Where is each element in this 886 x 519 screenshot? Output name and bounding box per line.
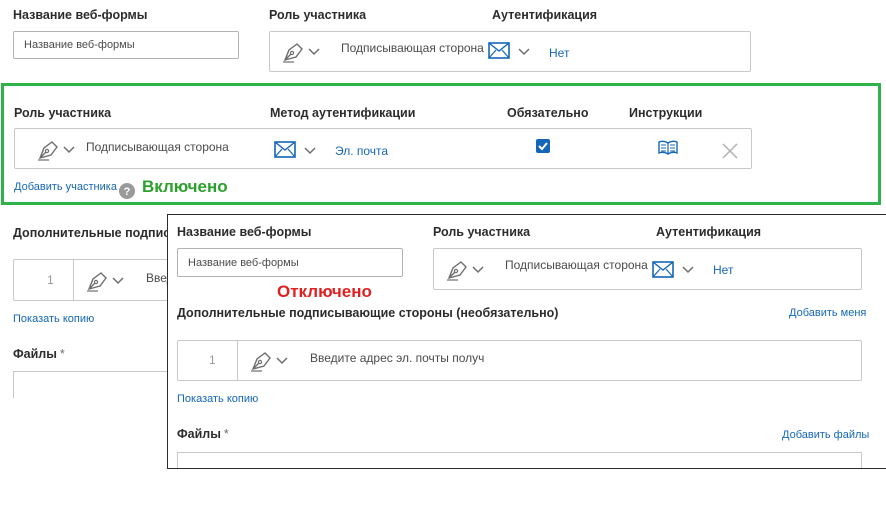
pen-nib-icon[interactable] <box>86 270 110 292</box>
auth-value-link[interactable]: Нет <box>713 263 733 277</box>
form-name-label: Название веб-формы <box>177 225 312 239</box>
help-icon[interactable]: ? <box>119 183 135 199</box>
auth-method-header: Метод аутентификации <box>270 106 416 120</box>
envelope-icon[interactable] <box>652 261 674 278</box>
form-name-input[interactable]: Название веб-формы <box>13 31 239 59</box>
row-number: 1 <box>47 273 54 287</box>
files-label-text: Файлы <box>13 347 57 361</box>
auth-label: Аутентификация <box>492 8 598 22</box>
show-copy-link[interactable]: Показать копию <box>13 313 94 325</box>
chevron-down-icon[interactable] <box>682 266 694 274</box>
disabled-panel: Название веб-формы Название веб-формы Ро… <box>167 214 886 469</box>
role-header: Роль участника <box>14 106 112 120</box>
envelope-icon[interactable] <box>274 141 296 158</box>
signer-row: 1 Введ <box>13 259 183 301</box>
close-icon[interactable] <box>722 143 738 159</box>
files-drop-area[interactable] <box>13 371 183 398</box>
auth-value-link[interactable]: Эл. почта <box>335 144 388 158</box>
email-input[interactable]: Введите адрес эл. почты получ <box>310 351 484 365</box>
pen-nib-icon[interactable] <box>37 139 61 161</box>
role-label: Роль участника <box>269 8 367 22</box>
add-me-link[interactable]: Добавить меня <box>789 307 866 319</box>
role-value: Подписывающая сторона <box>86 140 229 154</box>
disabled-status-label: Отключено <box>277 282 372 301</box>
auth-label: Аутентификация <box>656 225 762 239</box>
chevron-down-icon[interactable] <box>518 48 530 56</box>
files-drop-area[interactable] <box>177 452 862 468</box>
enabled-status-label: Включено <box>142 177 228 196</box>
pen-nib-icon[interactable] <box>282 41 306 63</box>
form-name-label: Название веб-формы <box>13 8 148 22</box>
participant-row: Подписывающая сторона Эл. почта <box>14 128 752 169</box>
pen-nib-icon[interactable] <box>250 350 274 372</box>
row-number: 1 <box>209 353 216 367</box>
pen-nib-icon[interactable] <box>446 259 470 281</box>
required-header: Обязательно <box>507 106 589 120</box>
checkbox-icon[interactable] <box>536 139 550 153</box>
signer-row: 1 Введите адрес эл. почты получ <box>177 340 862 381</box>
show-copy-link[interactable]: Показать копию <box>177 393 258 405</box>
instructions-header: Инструкции <box>629 106 703 120</box>
add-participant-link[interactable]: Добавить участника <box>14 181 117 193</box>
additional-signers-label: Дополнительные подпис <box>13 226 171 240</box>
chevron-down-icon[interactable] <box>308 48 320 56</box>
required-mark: * <box>223 427 229 441</box>
role-value: Подписывающая сторона <box>341 41 484 55</box>
envelope-icon[interactable] <box>488 42 510 59</box>
participant-row: Подписывающая сторона Нет <box>433 248 862 290</box>
svg-text:?: ? <box>124 186 131 198</box>
role-label: Роль участника <box>433 225 531 239</box>
chevron-down-icon[interactable] <box>63 146 75 154</box>
chevron-down-icon[interactable] <box>112 277 124 285</box>
chevron-down-icon[interactable] <box>276 357 288 365</box>
add-files-link[interactable]: Добавить файлы <box>782 429 869 441</box>
open-book-icon[interactable] <box>658 140 678 155</box>
files-label-text: Файлы <box>177 427 221 441</box>
files-label: Файлы * <box>177 427 229 441</box>
files-label: Файлы * <box>13 347 65 361</box>
form-name-input[interactable]: Название веб-формы <box>177 248 403 277</box>
chevron-down-icon[interactable] <box>304 147 316 155</box>
enabled-panel: Роль участника Метод аутентификации Обяз… <box>1 83 881 205</box>
row-divider <box>237 341 238 380</box>
role-value: Подписывающая сторона <box>505 258 648 272</box>
row-divider <box>73 260 74 300</box>
additional-signers-label: Дополнительные подписывающие стороны (не… <box>177 306 559 320</box>
participant-row: Подписывающая сторона Нет <box>269 31 751 72</box>
required-mark: * <box>59 347 65 361</box>
chevron-down-icon[interactable] <box>472 266 484 274</box>
auth-value-link[interactable]: Нет <box>549 46 569 60</box>
